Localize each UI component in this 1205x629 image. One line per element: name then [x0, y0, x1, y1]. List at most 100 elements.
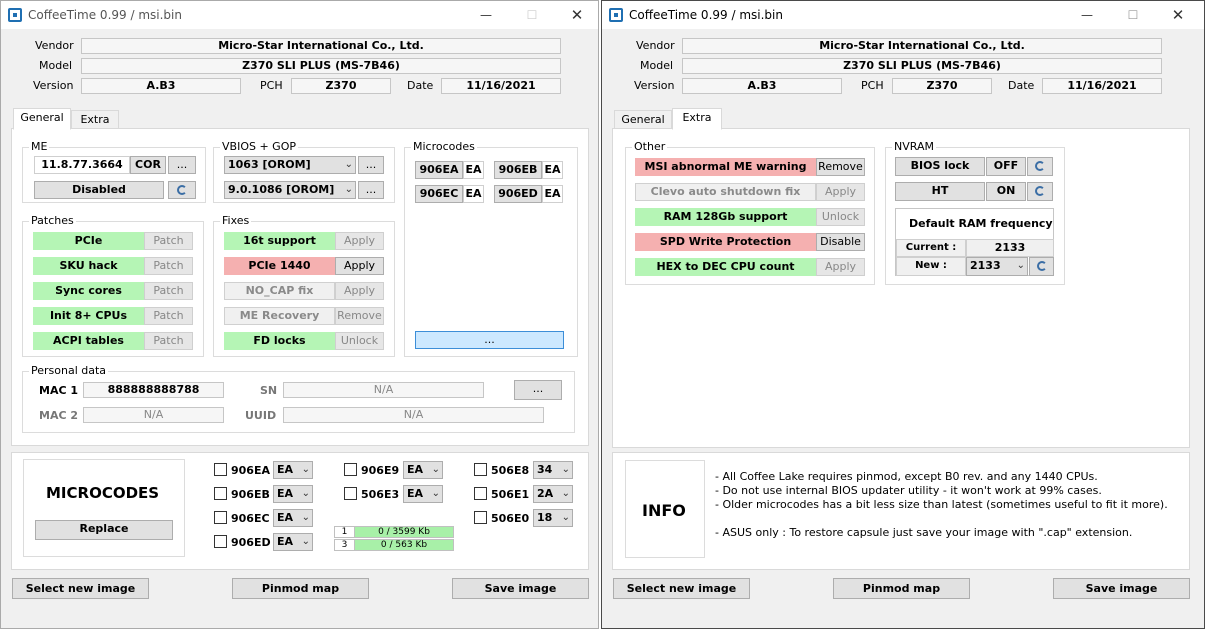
- save-image-button[interactable]: Save image: [1053, 578, 1190, 599]
- fix-no-cap-button[interactable]: Apply: [335, 282, 384, 300]
- refresh-icon: [1036, 261, 1047, 271]
- patch-acpi-tables-button[interactable]: Patch: [144, 332, 193, 350]
- minimize-button[interactable]: —: [463, 1, 509, 29]
- maximize-button[interactable]: ☐: [1110, 1, 1156, 29]
- refresh-icon: [1035, 161, 1045, 171]
- checkbox-506e0[interactable]: [474, 511, 487, 524]
- bios-lock-toggle-button[interactable]: [1027, 157, 1053, 176]
- general-panel: ME 11.8.77.3664 COR ... Disabled VBIOS +…: [11, 128, 589, 446]
- chevron-down-icon: ⌄: [301, 536, 310, 547]
- fix-no-cap: NO_CAP fix: [224, 282, 335, 300]
- checkbox-906ed[interactable]: [214, 535, 227, 548]
- other-title: Other: [632, 140, 668, 153]
- storage-bar-2-value: 0 / 563 Kb: [355, 540, 453, 550]
- checkbox-506e3[interactable]: [344, 487, 357, 500]
- left-window: CoffeeTime 0.99 / msi.bin — ☐ ✕ Vendor M…: [0, 0, 599, 629]
- me-cor-button[interactable]: COR: [130, 156, 166, 174]
- fix-16t-support-button[interactable]: Apply: [335, 232, 384, 250]
- select-new-image-button[interactable]: Select new image: [12, 578, 149, 599]
- code-506e1-select[interactable]: 2A ⌄: [533, 485, 573, 503]
- select-new-image-button[interactable]: Select new image: [613, 578, 750, 599]
- pinmod-map-button[interactable]: Pinmod map: [232, 578, 369, 599]
- microcodes-more-button[interactable]: ...: [415, 331, 564, 349]
- version-label: Version: [33, 79, 74, 92]
- checkbox-906eb[interactable]: [214, 487, 227, 500]
- title-bar[interactable]: CoffeeTime 0.99 / msi.bin — ☐ ✕: [1, 1, 598, 29]
- vendor-label: Vendor: [636, 39, 675, 52]
- other-clevo-shutdown-button[interactable]: Apply: [816, 183, 865, 201]
- vbios-more-button[interactable]: ...: [358, 156, 384, 174]
- new-frequency-select[interactable]: 2133 ⌄: [966, 257, 1028, 276]
- title-bar[interactable]: CoffeeTime 0.99 / msi.bin — ☐ ✕: [602, 1, 1204, 29]
- apply-frequency-button[interactable]: [1029, 257, 1054, 276]
- checkbox-506e8[interactable]: [474, 463, 487, 476]
- gop-select-value: 9.0.1086 [OROM]: [228, 183, 335, 196]
- replace-button[interactable]: Replace: [35, 520, 173, 540]
- other-spd-write-protection: SPD Write Protection: [635, 233, 816, 251]
- code-906eb-select[interactable]: EA ⌄: [273, 485, 313, 503]
- personal-data-group: Personal data MAC 1 888888888788 MAC 2 N…: [22, 364, 575, 433]
- code-906e9-select[interactable]: EA ⌄: [403, 461, 443, 479]
- code-906ec-select[interactable]: EA ⌄: [273, 509, 313, 527]
- close-button[interactable]: ✕: [1155, 1, 1201, 29]
- patch-acpi-tables: ACPI tables: [33, 332, 144, 350]
- pinmod-map-button[interactable]: Pinmod map: [833, 578, 970, 599]
- tab-extra[interactable]: Extra: [71, 110, 119, 130]
- code-506e3-value: EA: [407, 487, 424, 500]
- microcodes-panel: MICROCODES Replace 906EA EA ⌄ 906EB EA ⌄ 9…: [11, 452, 589, 570]
- gop-more-button[interactable]: ...: [358, 181, 384, 199]
- code-506e8-label: 506E8: [491, 464, 530, 477]
- microcode-906ed-tag: EA: [542, 185, 563, 203]
- fix-pcie-1440: PCIe 1440: [224, 257, 335, 275]
- date-label: Date: [1008, 79, 1035, 92]
- fix-me-recovery-button[interactable]: Remove: [335, 307, 384, 325]
- checkbox-906ec[interactable]: [214, 511, 227, 524]
- code-506e0-select[interactable]: 18 ⌄: [533, 509, 573, 527]
- fix-pcie-1440-button[interactable]: Apply: [335, 257, 384, 275]
- other-ram-128gb: RAM 128Gb support: [635, 208, 816, 226]
- other-spd-write-protection-button[interactable]: Disable: [816, 233, 865, 251]
- date-label: Date: [407, 79, 434, 92]
- minimize-button[interactable]: —: [1064, 1, 1110, 29]
- patch-init-cpus-button[interactable]: Patch: [144, 307, 193, 325]
- code-506e1-label: 506E1: [491, 488, 530, 501]
- patch-sync-cores-button[interactable]: Patch: [144, 282, 193, 300]
- gop-select[interactable]: 9.0.1086 [OROM] ⌄: [224, 181, 356, 199]
- tab-general[interactable]: General: [13, 108, 71, 130]
- code-506e8-value: 34: [537, 463, 553, 476]
- code-506e3-select[interactable]: EA ⌄: [403, 485, 443, 503]
- other-clevo-shutdown: Clevo auto shutdown fix: [635, 183, 816, 201]
- checkbox-906ea[interactable]: [214, 463, 227, 476]
- other-ram-128gb-button[interactable]: Unlock: [816, 208, 865, 226]
- other-hex-to-dec-button[interactable]: Apply: [816, 258, 865, 276]
- fixes-title: Fixes: [220, 214, 252, 227]
- other-msi-me-warning-button[interactable]: Remove: [816, 158, 865, 176]
- tab-extra[interactable]: Extra: [672, 108, 722, 130]
- version-field: A.B3: [81, 78, 241, 94]
- vbios-select[interactable]: 1063 [OROM] ⌄: [224, 156, 356, 174]
- code-906ec-label: 906EC: [231, 512, 270, 525]
- microcodes-group: Microcodes 906EA EA 906EB EA 906EC EA 90…: [404, 140, 578, 357]
- ht-toggle-button[interactable]: [1027, 182, 1053, 201]
- code-906ea-select[interactable]: EA ⌄: [273, 461, 313, 479]
- personal-more-button[interactable]: ...: [514, 380, 562, 400]
- code-506e8-select[interactable]: 34 ⌄: [533, 461, 573, 479]
- me-state-button[interactable]: Disabled: [34, 181, 164, 199]
- maximize-button[interactable]: ☐: [509, 1, 555, 29]
- checkbox-506e1[interactable]: [474, 487, 487, 500]
- microcode-906ec-tag: EA: [463, 185, 484, 203]
- vbios-select-value: 1063 [OROM]: [228, 158, 311, 171]
- fix-fd-locks-button[interactable]: Unlock: [335, 332, 384, 350]
- close-button[interactable]: ✕: [554, 1, 600, 29]
- microcode-906ed: 906ED: [494, 185, 542, 203]
- tab-general[interactable]: General: [614, 110, 672, 130]
- me-more-button[interactable]: ...: [168, 156, 196, 174]
- code-906ed-select[interactable]: EA ⌄: [273, 533, 313, 551]
- vendor-field: Micro-Star International Co., Ltd.: [81, 38, 561, 54]
- patch-sku-hack-button[interactable]: Patch: [144, 257, 193, 275]
- patch-pcie-button[interactable]: Patch: [144, 232, 193, 250]
- me-refresh-button[interactable]: [168, 181, 196, 199]
- checkbox-906e9[interactable]: [344, 463, 357, 476]
- save-image-button[interactable]: Save image: [452, 578, 589, 599]
- me-title: ME: [29, 140, 50, 153]
